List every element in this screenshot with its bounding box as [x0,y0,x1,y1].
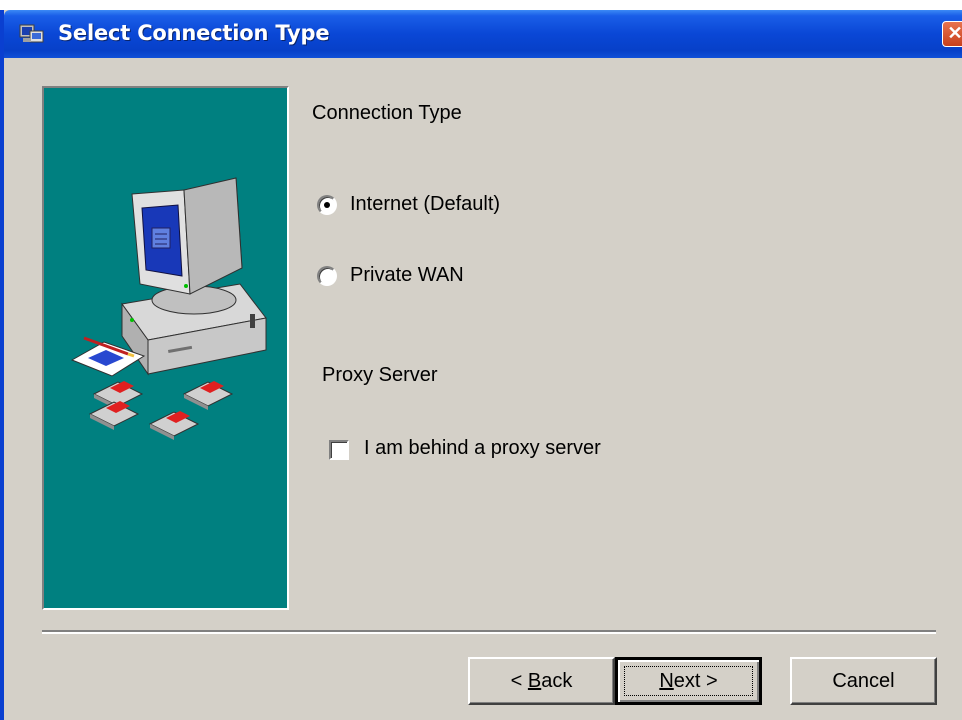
back-prefix: < [510,670,528,692]
dialog-window: Select Connection Type ✕ Connection Type… [0,10,962,720]
button-separator [42,630,936,634]
back-mnemonic: B [527,670,542,692]
next-mnemonic: N [659,670,674,692]
close-icon: ✕ [947,23,962,43]
radio-selected-dot [324,202,330,208]
proxy-checkbox-label[interactable]: I am behind a proxy server [364,437,601,460]
setup-app-icon [19,24,44,43]
connection-type-heading: Connection Type [312,102,462,124]
floppy-disk-icon [88,401,140,430]
back-button[interactable]: < Back [468,657,615,705]
internet-radio-button[interactable] [317,195,337,215]
close-button[interactable]: ✕ [942,21,962,47]
next-button[interactable]: Next > [615,657,762,705]
private-wan-radio-button[interactable] [317,266,337,286]
proxy-server-heading: Proxy Server [322,364,438,386]
computer-with-disks-illustration [70,177,267,440]
floppy-disk-icon [148,411,200,440]
private-wan-radio-label[interactable]: Private WAN [350,264,464,287]
floppy-disk-icon [182,381,234,410]
wizard-illustration-panel [42,86,289,610]
back-label-rest: ack [541,670,573,692]
next-label-rest: ext > [673,670,718,692]
window-title: Select Connection Type [58,21,330,45]
proxy-checkbox[interactable] [329,440,349,460]
title-bar[interactable]: Select Connection Type ✕ [4,10,962,58]
internet-radio-label[interactable]: Internet (Default) [350,193,500,216]
cancel-button[interactable]: Cancel [790,657,937,705]
